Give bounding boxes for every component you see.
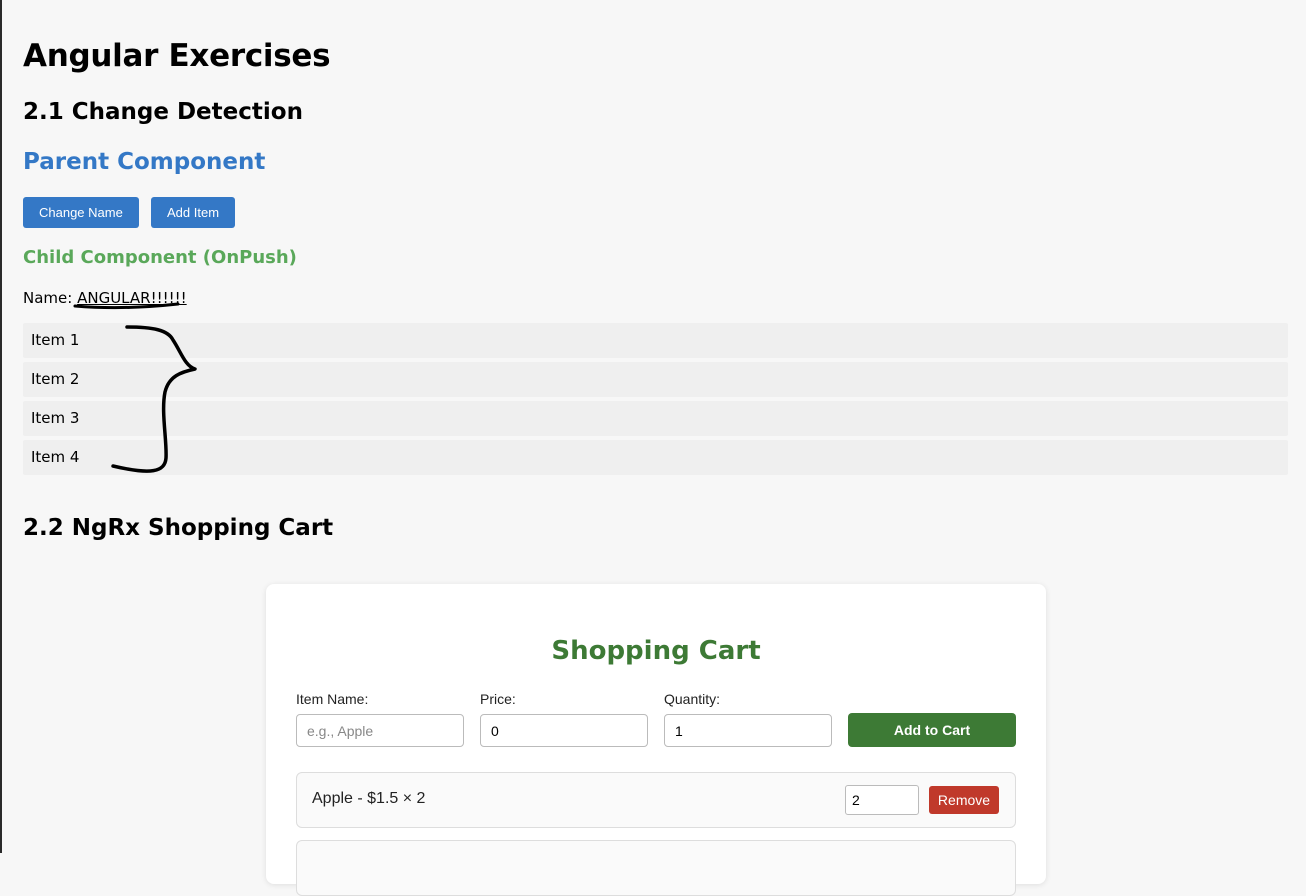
page-title: Angular Exercises (23, 38, 331, 74)
add-item-button[interactable]: Add Item (151, 197, 236, 228)
change-name-button[interactable]: Change Name (23, 197, 139, 228)
cart-item-row: Apple - $1.5 × 2 Remove (296, 772, 1016, 828)
section-heading-shopping-cart: 2.2 NgRx Shopping Cart (23, 515, 334, 541)
shopping-cart-card: Shopping Cart Item Name: Price: Quantity… (266, 584, 1046, 896)
parent-component-title: Parent Component (23, 149, 266, 175)
child-component-title: Child Component (OnPush) (23, 247, 297, 268)
price-input[interactable] (480, 714, 648, 747)
name-value: ANGULAR!!!!!! (77, 289, 187, 307)
name-label: Name: (23, 289, 73, 307)
cart-title: Shopping Cart (551, 636, 761, 666)
cart-item-text: Apple - $1.5 × 2 (312, 790, 426, 807)
price-label: Price: (480, 691, 516, 707)
section-heading-change-detection: 2.1 Change Detection (23, 99, 303, 125)
quantity-label: Quantity: (664, 691, 721, 707)
cart-item-quantity-input[interactable] (845, 785, 919, 815)
list-item: Item 4 (23, 440, 1288, 475)
list-item: Item 3 (23, 401, 1288, 436)
window-edge (0, 0, 2, 853)
item-name-input[interactable] (296, 714, 464, 747)
add-to-cart-button[interactable]: Add to Cart (848, 713, 1016, 747)
list-item: Item 2 (23, 362, 1288, 397)
name-display: Name: ANGULAR!!!!!! (23, 289, 187, 307)
item-list: Item 1 Item 2 Item 3 Item 4 (23, 323, 1288, 479)
quantity-input[interactable] (664, 714, 832, 747)
list-item: Item 1 (23, 323, 1288, 358)
item-name-label: Item Name: (296, 691, 369, 707)
cart-item-row (296, 840, 1016, 896)
remove-button[interactable]: Remove (929, 786, 999, 814)
